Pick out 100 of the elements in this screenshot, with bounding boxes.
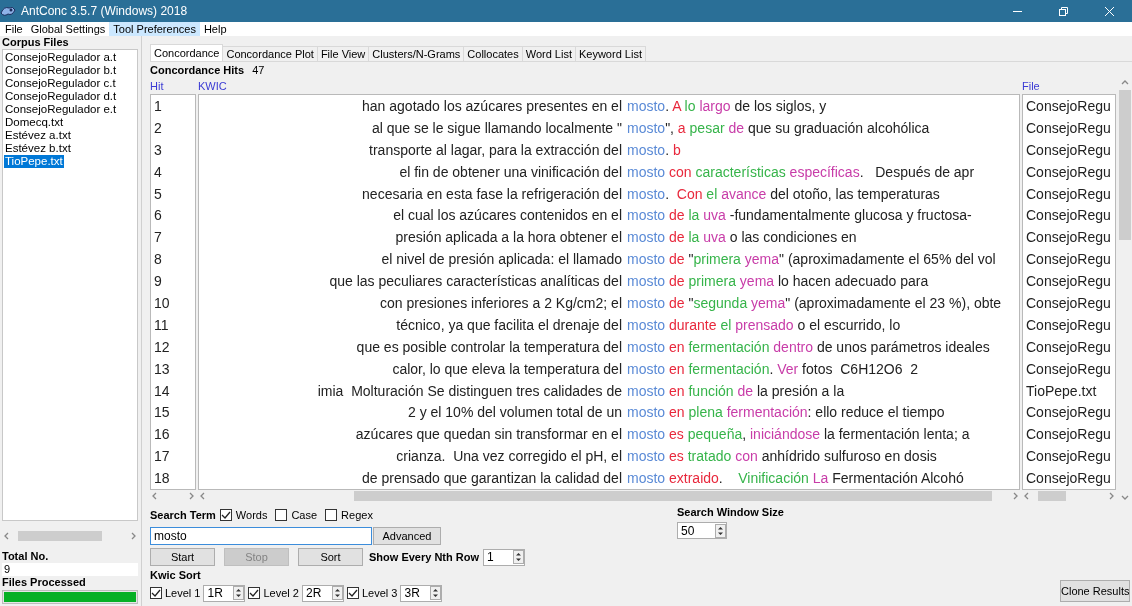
file-name: ConsejoRegu [1025,97,1112,116]
progress-label: Files Processed [2,576,87,589]
spin-box[interactable]: 3R [400,584,443,602]
horizontal-scrollbar[interactable] [150,490,196,502]
keyword-context: mosto de la uva o las condiciones en [627,228,858,248]
menu-item[interactable]: Help [199,22,231,36]
hits-count: 47 [252,63,265,78]
app-icon [0,5,16,17]
file-name: ConsejoRegu [1025,206,1112,226]
action-button[interactable]: Start [150,548,215,566]
file-name: ConsejoRegu [1025,272,1112,292]
file-item[interactable]: TioPepe.txt [4,155,64,168]
spin-box[interactable]: 2R [301,584,344,602]
column-header[interactable]: KWIC [198,78,1020,94]
horizontal-scrollbar[interactable] [198,490,1020,502]
file-item[interactable]: ConsejoRegulador d.t [4,90,118,103]
hit-number: 13 [153,359,171,379]
hit-number: 7 [153,228,163,248]
spin-box[interactable]: 50 [677,522,727,539]
clone-results-button[interactable]: Clone Results [1060,580,1130,602]
checkbox-label: Level 3 [361,587,398,599]
hit-number: 12 [153,337,171,357]
vertical-scrollbar[interactable] [1118,78,1132,502]
keyword-context: mosto extraido. Vinificación La Fermentación Alcohó [627,469,965,489]
horizontal-scrollbar[interactable] [1022,490,1116,502]
spin-box[interactable]: 1R [203,584,246,602]
file-name: ConsejoRegu [1025,425,1112,445]
file-item[interactable]: ConsejoRegulador a.t [4,51,118,64]
keyword-context: mosto en plena fermentación: ello reduce el tiempo [627,403,946,423]
hit-number: 5 [153,184,163,204]
tab[interactable]: Word List [521,46,576,61]
file-item[interactable]: Estévez a.txt [4,129,72,142]
keyword-context: mosto", a pesar de que su graduación alcohólica [627,118,931,138]
hits-label: Concordance Hits [150,63,245,78]
hit-number: 3 [153,140,163,160]
file-item[interactable]: ConsejoRegulador c.t [4,77,117,90]
hit-number: 10 [153,294,171,313]
file-item[interactable]: Domecq.txt [4,116,65,129]
file-item[interactable]: ConsejoRegulador b.t [4,64,118,77]
search-field[interactable]: mosto [150,527,372,545]
menu-item[interactable]: Global Settings [26,22,110,36]
tab[interactable]: Concordance Plot [222,46,318,61]
tab[interactable]: Concordance [150,44,224,61]
spinner-arrows-icon[interactable] [331,586,343,600]
file-name: ConsejoRegu [1025,250,1112,270]
checkbox[interactable] [325,509,338,521]
left-context: de prensado que garantizan la calidad del [361,469,622,489]
tab[interactable]: Keyword List [574,46,646,61]
advanced-button[interactable]: Advanced [373,527,441,545]
spinner-arrows-icon[interactable] [513,550,524,564]
spinner-arrows-icon[interactable] [430,586,442,600]
search-term-label: Search Term [150,509,216,521]
hit-number: 2 [153,118,163,138]
spinner-arrows-icon[interactable] [233,586,245,600]
left-context: calor, lo que eleva la temperatura del [391,359,622,379]
horizontal-scrollbar[interactable] [2,530,138,542]
action-button[interactable]: Sort [298,548,363,566]
tab[interactable]: File View [316,46,370,61]
kwic-sort-label: Kwic Sort [150,569,202,581]
checkbox[interactable] [219,509,232,521]
left-context: azúcares que quedan sin transformar en el [354,425,622,445]
hit-number: 15 [153,403,171,423]
keyword-context: mosto. Con el avance del otoño, las temperaturas [627,184,941,204]
left-context: al que se le sigue llamando localmente " [370,118,622,138]
tab[interactable]: Collocates [463,46,523,61]
checkbox-label: Level 2 [263,587,299,599]
checkbox[interactable] [275,509,288,521]
spinner-arrows-icon[interactable] [715,523,726,538]
left-context: con presiones inferiores a 2 Kg/cm2; el [379,294,622,313]
keyword-context: mosto de la uva -fundamentalmente glucosa y fructosa- [627,206,973,226]
file-item[interactable]: Estévez b.txt [4,142,72,155]
left-context: técnico, ya que facilita el drenaje del [395,315,622,335]
left-context: el fin de obtener una vinificación del [398,162,622,182]
file-name: ConsejoRegu [1025,118,1112,138]
file-name: ConsejoRegu [1025,403,1112,423]
close-icon[interactable] [1103,5,1115,17]
left-context: han agotado los azúcares presentes en el [361,97,622,116]
file-name: ConsejoRegu [1025,140,1112,160]
hit-number: 14 [153,381,171,401]
checkbox[interactable] [150,587,162,599]
menu-item[interactable]: Tool Preferences [109,22,200,36]
checkbox[interactable] [248,587,261,599]
column-header[interactable]: Hit [150,78,196,94]
checkbox[interactable] [346,587,359,599]
total-value: 9 [2,563,138,576]
file-name: ConsejoRegu [1025,337,1112,357]
tab[interactable]: Clusters/N-Grams [368,46,465,61]
panel-title: Corpus Files [2,36,70,49]
keyword-context: mosto durante el prensado o el escurrido, lo [627,315,902,335]
hit-number: 9 [153,272,163,292]
restore-icon[interactable] [1057,5,1069,17]
window-title: AntConc 3.5.7 (Windows) 2018 [21,4,189,18]
column-header[interactable]: File [1022,78,1116,94]
file-name: ConsejoRegu [1025,315,1112,335]
file-item[interactable]: ConsejoRegulador e.t [4,103,118,116]
file-name: ConsejoRegu [1025,294,1112,313]
menu-item[interactable]: File [1,22,27,36]
keyword-context: mosto con características específicas. Después de apr [627,162,976,182]
spin-box[interactable]: 1 [483,548,525,566]
total-label: Total No. [2,550,50,563]
